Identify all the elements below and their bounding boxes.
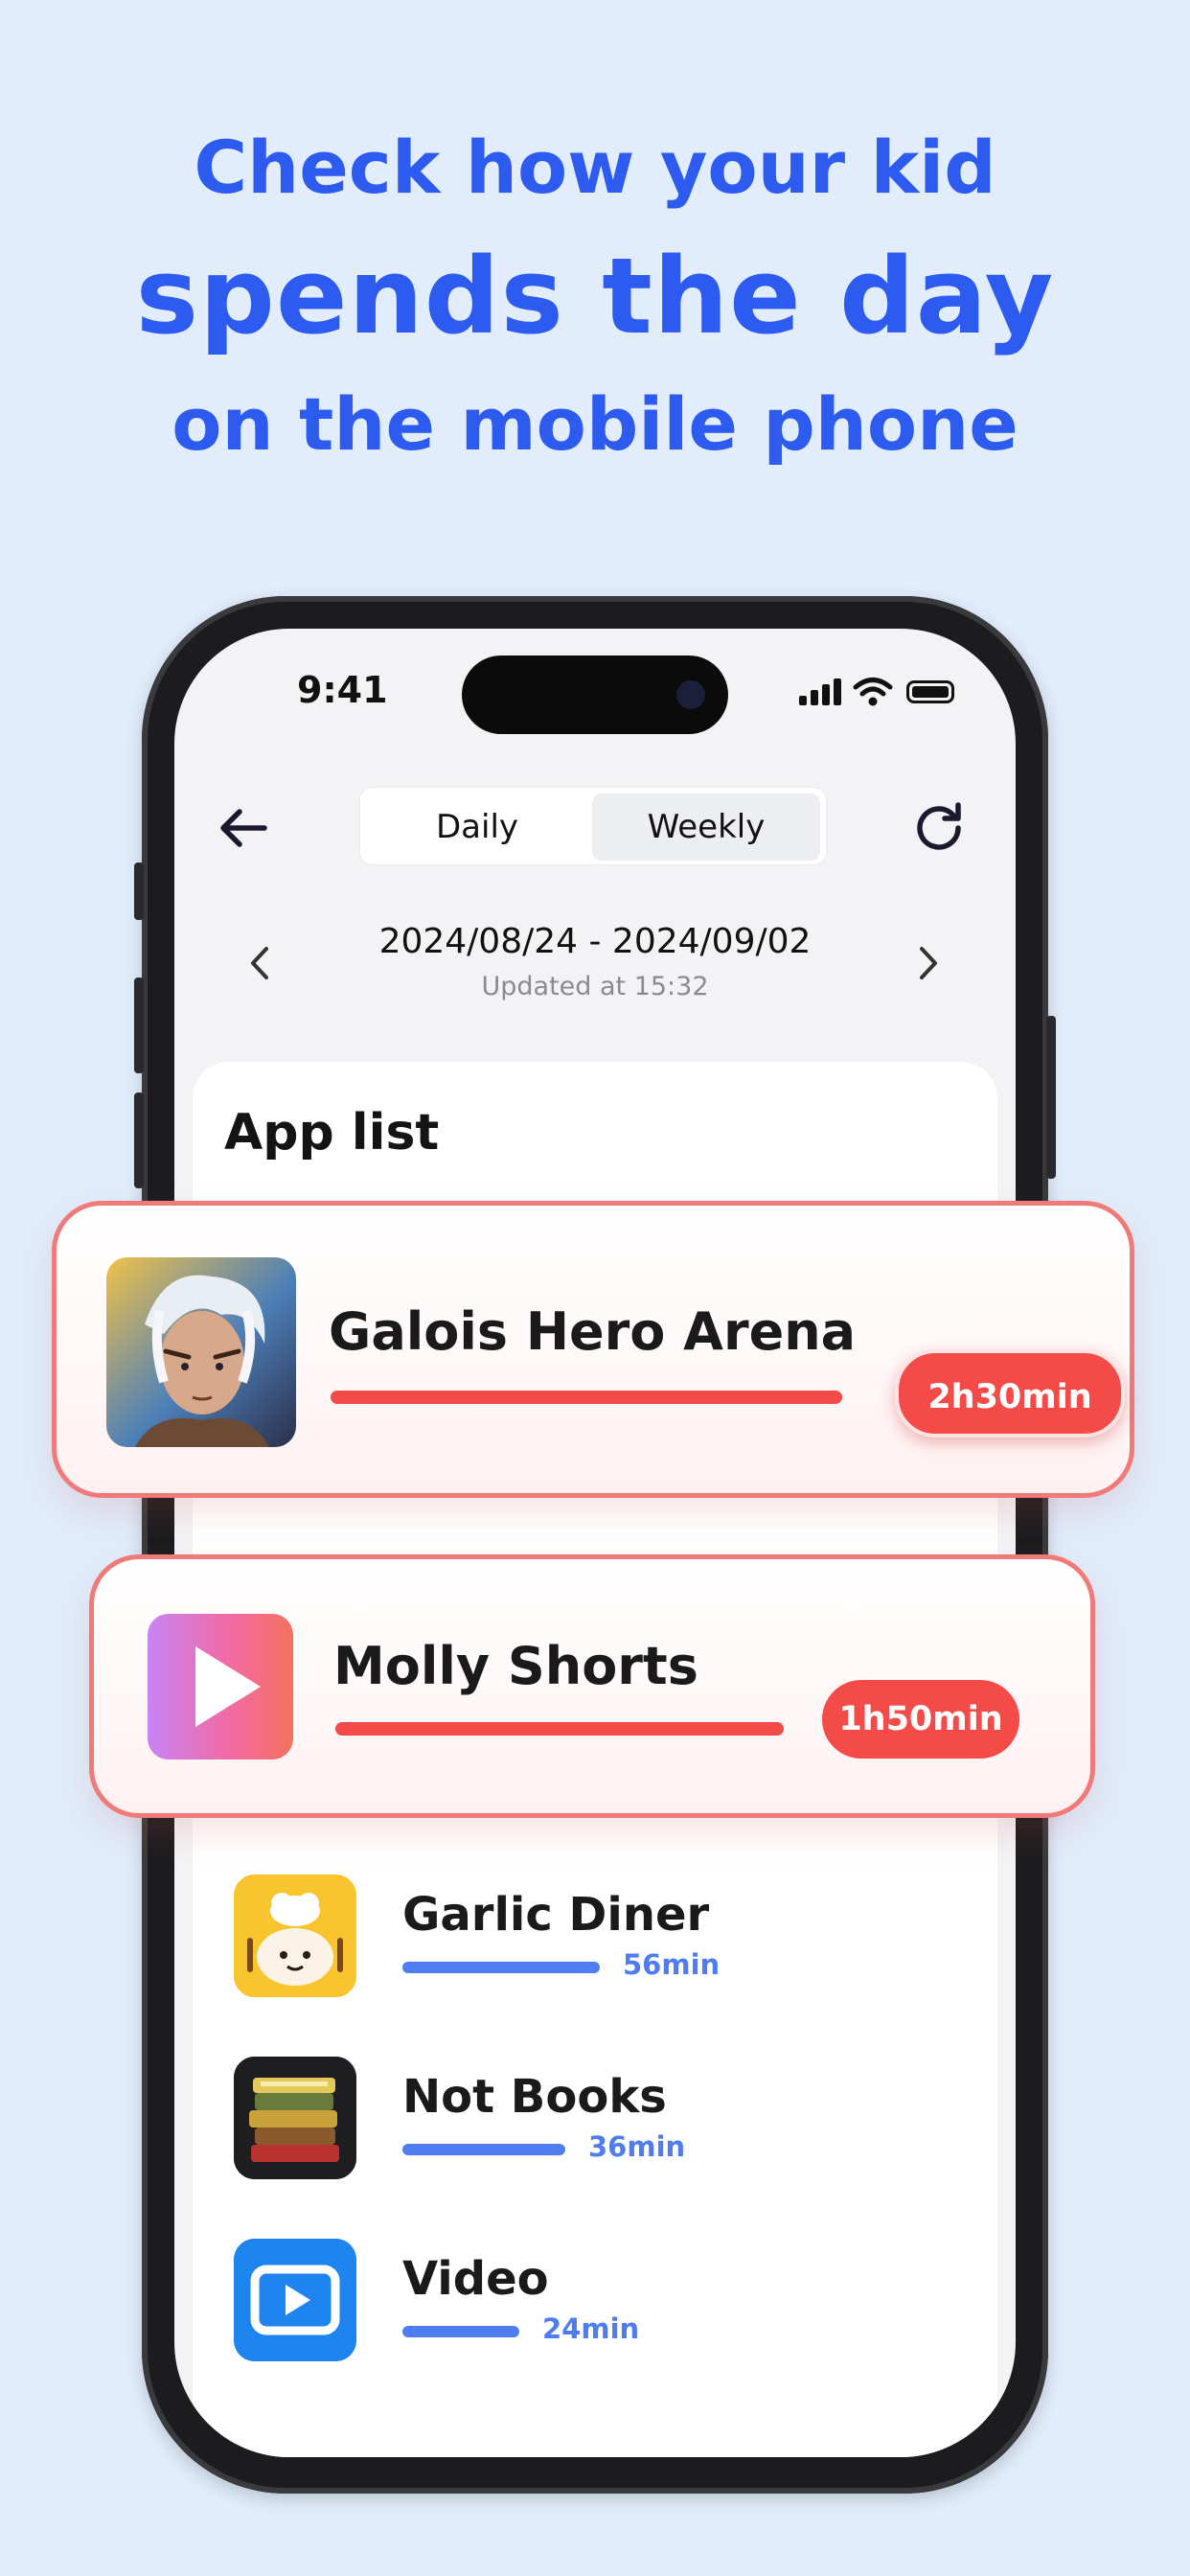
app-name: Not Books: [402, 2070, 667, 2124]
usage-badge: 2h30min: [895, 1349, 1125, 1438]
usage-bar: [402, 1962, 600, 1973]
date-range: 2024/08/24 - 2024/09/02: [378, 922, 812, 961]
status-time: 9:41: [297, 669, 388, 711]
period-segmented-control: Daily Weekly: [359, 787, 827, 865]
app-name: Molly Shorts: [333, 1636, 698, 1696]
usage-bar: [331, 1391, 842, 1404]
power-button: [1046, 1016, 1056, 1179]
list-item[interactable]: Video 24min: [234, 2239, 943, 2363]
video-play-icon: [234, 2239, 356, 2361]
usage-bar: [335, 1722, 784, 1736]
phone-screen: 9:41 Daily Weekly 2024/08/24 - 2024/09/0…: [174, 629, 1016, 2457]
book-stack-icon: [234, 2057, 356, 2179]
app-name: Garlic Diner: [402, 1888, 710, 1942]
app-name: Video: [402, 2252, 549, 2306]
volume-down-button: [134, 1092, 144, 1188]
mute-switch: [134, 862, 144, 920]
volume-up-button: [134, 978, 144, 1073]
usage-duration: 56min: [623, 1948, 721, 1981]
headline-line-2: spends the day: [135, 235, 1055, 357]
usage-duration: 36min: [588, 2130, 686, 2163]
usage-badge: 1h50min: [822, 1680, 1019, 1759]
headline-line-1: Check how your kid: [194, 125, 996, 210]
usage-duration: 24min: [542, 2312, 640, 2345]
camera-dot: [676, 680, 705, 709]
chevron-right-icon[interactable]: [908, 939, 947, 987]
usage-bar: [402, 2144, 565, 2155]
headline-line-3: on the mobile phone: [172, 381, 1018, 467]
tab-daily[interactable]: Daily: [366, 794, 588, 861]
play-gradient-icon: [148, 1614, 293, 1760]
highlight-card-molly-shorts[interactable]: Molly Shorts 1h50min: [89, 1554, 1095, 1818]
updated-time: Updated at 15:32: [481, 972, 709, 1001]
tab-weekly[interactable]: Weekly: [592, 794, 820, 861]
chef-garlic-icon: [234, 1874, 356, 1997]
arrow-left-icon[interactable]: [215, 799, 272, 857]
cellular-signal-icon: [799, 678, 841, 705]
list-item[interactable]: Not Books 36min: [234, 2057, 943, 2181]
usage-bar: [402, 2326, 519, 2337]
battery-icon: [906, 680, 954, 703]
hero-portrait-icon: [106, 1257, 296, 1447]
dynamic-island: [462, 656, 728, 734]
wifi-icon: [853, 678, 893, 706]
list-item[interactable]: Garlic Diner 56min: [234, 1874, 943, 1999]
app-list-title: App list: [224, 1104, 440, 1162]
app-name: Galois Hero Arena: [329, 1301, 857, 1362]
status-icons: [799, 678, 954, 707]
refresh-icon[interactable]: [910, 797, 968, 855]
